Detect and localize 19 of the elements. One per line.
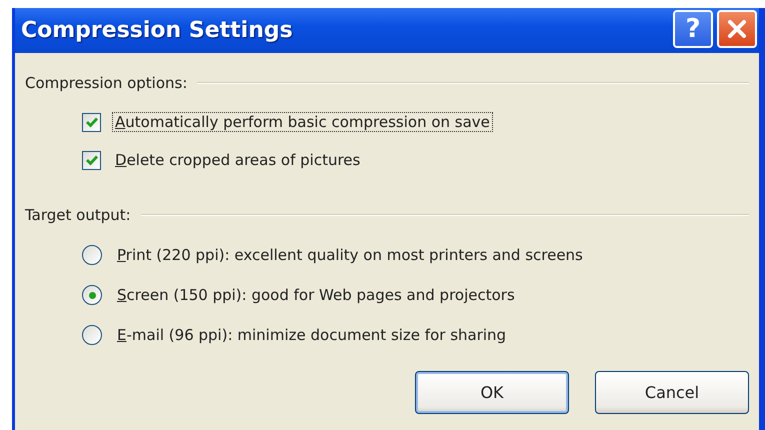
ok-button[interactable]: OK — [415, 371, 569, 414]
checkbox[interactable] — [82, 150, 101, 170]
option-label[interactable]: Automatically perform basic compression on save — [112, 112, 493, 132]
radio-button[interactable] — [82, 285, 102, 305]
radio-button[interactable] — [82, 325, 102, 345]
option-label[interactable]: E-mail (96 ppi): minimize document size for sharing — [114, 325, 510, 345]
option-label[interactable]: Delete cropped areas of pictures — [112, 150, 364, 170]
option-label[interactable]: Print (220 ppi): excellent quality on most printers and screens — [114, 245, 586, 265]
window-title: Compression Settings — [21, 18, 293, 43]
help-button[interactable]: ? — [673, 10, 713, 48]
check-icon — [84, 153, 98, 167]
group-label: Compression options: — [25, 74, 188, 92]
check-icon — [84, 115, 98, 129]
close-button[interactable] — [717, 10, 757, 48]
checkbox[interactable] — [82, 112, 101, 132]
cancel-button[interactable]: Cancel — [595, 371, 749, 414]
group-label: Target output: — [25, 206, 131, 224]
radio-button[interactable] — [82, 245, 102, 265]
option-label[interactable]: Screen (150 ppi): good for Web pages and projectors — [114, 285, 518, 305]
